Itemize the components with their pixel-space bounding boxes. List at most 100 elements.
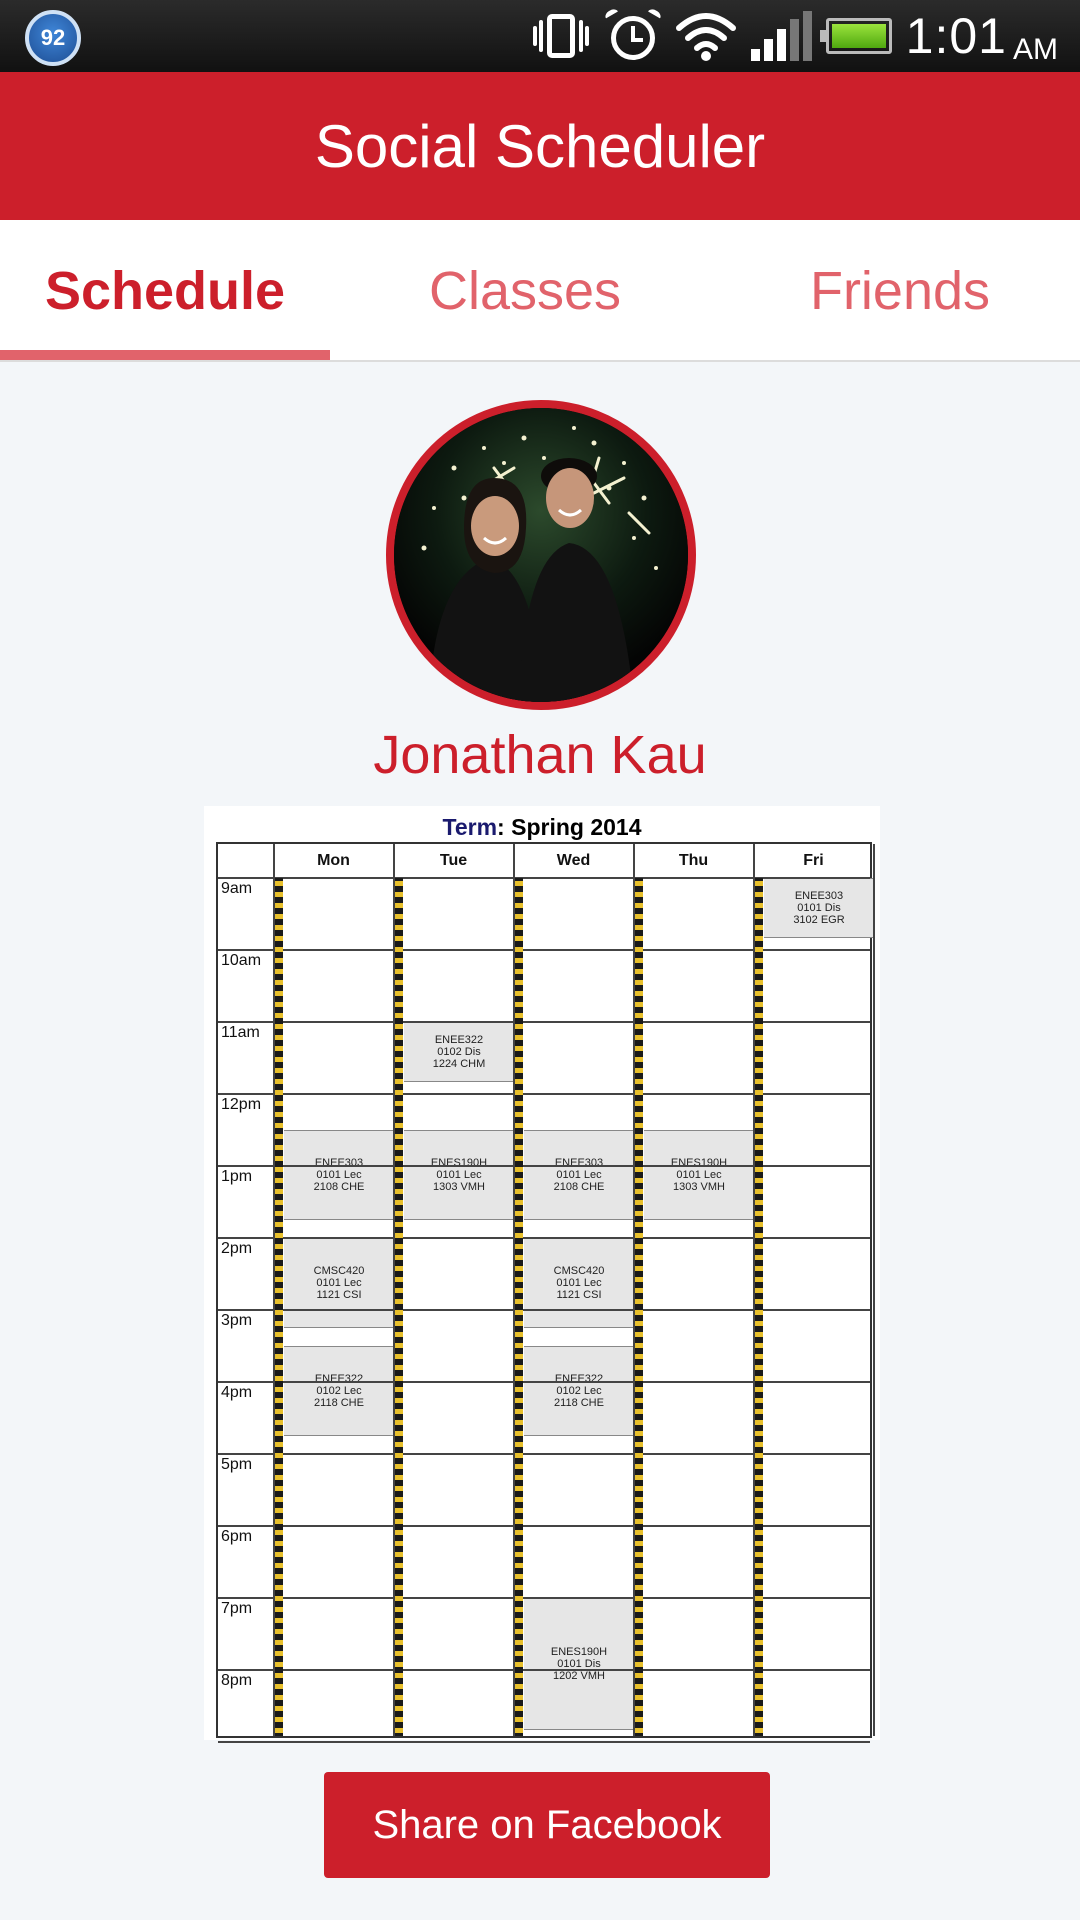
- grid-row-line: [218, 1237, 870, 1239]
- grid-row-line: [218, 1453, 870, 1455]
- term-header: Term: Spring 2014: [204, 814, 880, 841]
- grid-row-line: [218, 1381, 870, 1383]
- class-block-line: 0102 Dis: [437, 1045, 481, 1058]
- class-block: ENEE322 0102 Lec 2118 CHE: [284, 1346, 394, 1436]
- grid-col-line: [873, 844, 875, 1736]
- class-block-line: ENES190H: [430, 1157, 488, 1169]
- class-block: ENEE303 0101 Lec 2108 CHE: [284, 1130, 394, 1220]
- notification-badge: 92: [25, 10, 81, 66]
- time-label: 9am: [221, 880, 253, 897]
- class-block-line: ENEE322: [554, 1373, 604, 1385]
- grid-row-line: [218, 1669, 870, 1671]
- class-block-line: 3102 EGR: [793, 913, 845, 926]
- class-block: ENEE322 0102 Dis 1224 CHM: [404, 1022, 514, 1082]
- class-block: ENEE303 0101 Dis 3102 EGR: [764, 878, 874, 938]
- avatar[interactable]: [386, 400, 696, 710]
- tab-classes[interactable]: Classes: [390, 220, 660, 362]
- column-divider-stripe: [635, 878, 643, 1736]
- class-block-line: 1303 VMH: [433, 1181, 485, 1193]
- class-block-line: 0101 Lec: [676, 1169, 722, 1181]
- grid-row-line: [218, 949, 870, 951]
- class-block: ENES190H 0101 Lec 1303 VMH: [404, 1130, 514, 1220]
- grid-row-line: [218, 1309, 870, 1311]
- tab-schedule[interactable]: Schedule: [0, 220, 330, 362]
- time-label: 7pm: [221, 1600, 253, 1617]
- signal-icon: [750, 11, 812, 61]
- class-block-line: 1303 VMH: [673, 1181, 725, 1193]
- time-label: 10am: [221, 952, 262, 969]
- column-divider-stripe: [395, 878, 403, 1736]
- class-block-line: 1202 VMH: [553, 1669, 605, 1682]
- grid-row-line: [218, 877, 870, 879]
- schedule-image: Term: Spring 2014 Mon Tue Wed Thu Fri 9a…: [204, 806, 880, 1743]
- status-icons: 1:01 AM: [531, 0, 1058, 72]
- class-block-line: 0101 Lec: [556, 1277, 602, 1289]
- active-tab-indicator: [0, 350, 330, 360]
- class-block-line: ENEE322: [434, 1033, 484, 1046]
- term-value: Spring 2014: [511, 814, 642, 840]
- class-block-line: 0101 Lec: [556, 1169, 602, 1181]
- class-block-line: CMSC420: [553, 1265, 605, 1277]
- class-block-line: 0102 Lec: [556, 1385, 602, 1397]
- time-label: 2pm: [221, 1240, 253, 1257]
- time-label: 6pm: [221, 1528, 253, 1545]
- clock-ampm: AM: [1013, 33, 1058, 66]
- time-label: 4pm: [221, 1384, 253, 1401]
- term-label: Term: [442, 814, 498, 840]
- battery-icon: [819, 18, 892, 54]
- class-block-line: 2108 CHE: [553, 1181, 605, 1193]
- class-block: CMSC420 0101 Lec 1121 CSI: [284, 1238, 394, 1328]
- term-separator: :: [497, 814, 512, 840]
- time-label: 8pm: [221, 1672, 253, 1689]
- class-block-line: 0101 Dis: [797, 901, 841, 914]
- class-block-line: 0101 Lec: [316, 1169, 362, 1181]
- class-block-line: 0101 Lec: [436, 1169, 482, 1181]
- time-label: 3pm: [221, 1312, 253, 1329]
- class-block: ENES190H 0101 Lec 1303 VMH: [644, 1130, 754, 1220]
- clock: 1:01 AM: [905, 7, 1058, 66]
- class-block-line: 2118 CHE: [314, 1397, 364, 1409]
- class-block-line: 1121 CSI: [556, 1289, 602, 1301]
- class-block: ENEE303 0101 Lec 2108 CHE: [524, 1130, 634, 1220]
- class-block-line: ENEE303: [554, 1157, 604, 1169]
- grid-row-line: [218, 1093, 870, 1095]
- avatar-photo: [394, 408, 688, 702]
- class-block-line: 2108 CHE: [313, 1181, 365, 1193]
- class-block-line: 0102 Lec: [316, 1385, 362, 1397]
- day-header-tue: Tue: [439, 852, 468, 869]
- class-block-line: ENES190H: [550, 1645, 608, 1658]
- time-label: 5pm: [221, 1456, 253, 1473]
- column-divider-stripe: [755, 878, 763, 1736]
- time-label: 12pm: [221, 1096, 262, 1113]
- class-block-line: 0101 Lec: [316, 1277, 362, 1289]
- app-bar: Social Scheduler: [0, 72, 1080, 220]
- grid-row-line: [218, 1165, 870, 1167]
- share-facebook-button[interactable]: Share on Facebook: [324, 1772, 770, 1878]
- tab-bar: Schedule Classes Friends: [0, 220, 1080, 362]
- time-label: 1pm: [221, 1168, 253, 1185]
- class-block-line: 1121 CSI: [316, 1289, 362, 1301]
- grid-row-line: [218, 1741, 870, 1743]
- column-divider-stripe: [275, 878, 283, 1736]
- day-header-wed: Wed: [556, 852, 591, 869]
- day-header-thu: Thu: [678, 852, 709, 869]
- class-block-line: 1224 CHM: [432, 1057, 486, 1070]
- app-title: Social Scheduler: [314, 112, 766, 180]
- status-bar: 92 1:01 AM: [0, 0, 1080, 72]
- column-divider-stripe: [515, 878, 523, 1736]
- class-block: ENEE322 0102 Lec 2118 CHE: [524, 1346, 634, 1436]
- class-block: ENES190H 0101 Dis 1202 VMH: [524, 1598, 634, 1730]
- schedule-grid: Mon Tue Wed Thu Fri 9am 10am 11am 12pm 1…: [216, 842, 875, 1743]
- profile-name: Jonathan Kau: [373, 725, 707, 785]
- time-label: 11am: [221, 1024, 260, 1041]
- class-block-line: 2118 CHE: [554, 1397, 604, 1409]
- day-header-fri: Fri: [803, 852, 824, 869]
- class-block: CMSC420 0101 Lec 1121 CSI: [524, 1238, 634, 1328]
- wifi-icon: [675, 13, 736, 61]
- class-block-line: CMSC420: [313, 1265, 365, 1277]
- day-header-mon: Mon: [317, 852, 350, 869]
- tab-friends[interactable]: Friends: [760, 220, 1040, 362]
- grid-row-line: [218, 1597, 870, 1599]
- clock-time: 1:01: [905, 8, 1007, 64]
- alarm-icon: [603, 7, 663, 64]
